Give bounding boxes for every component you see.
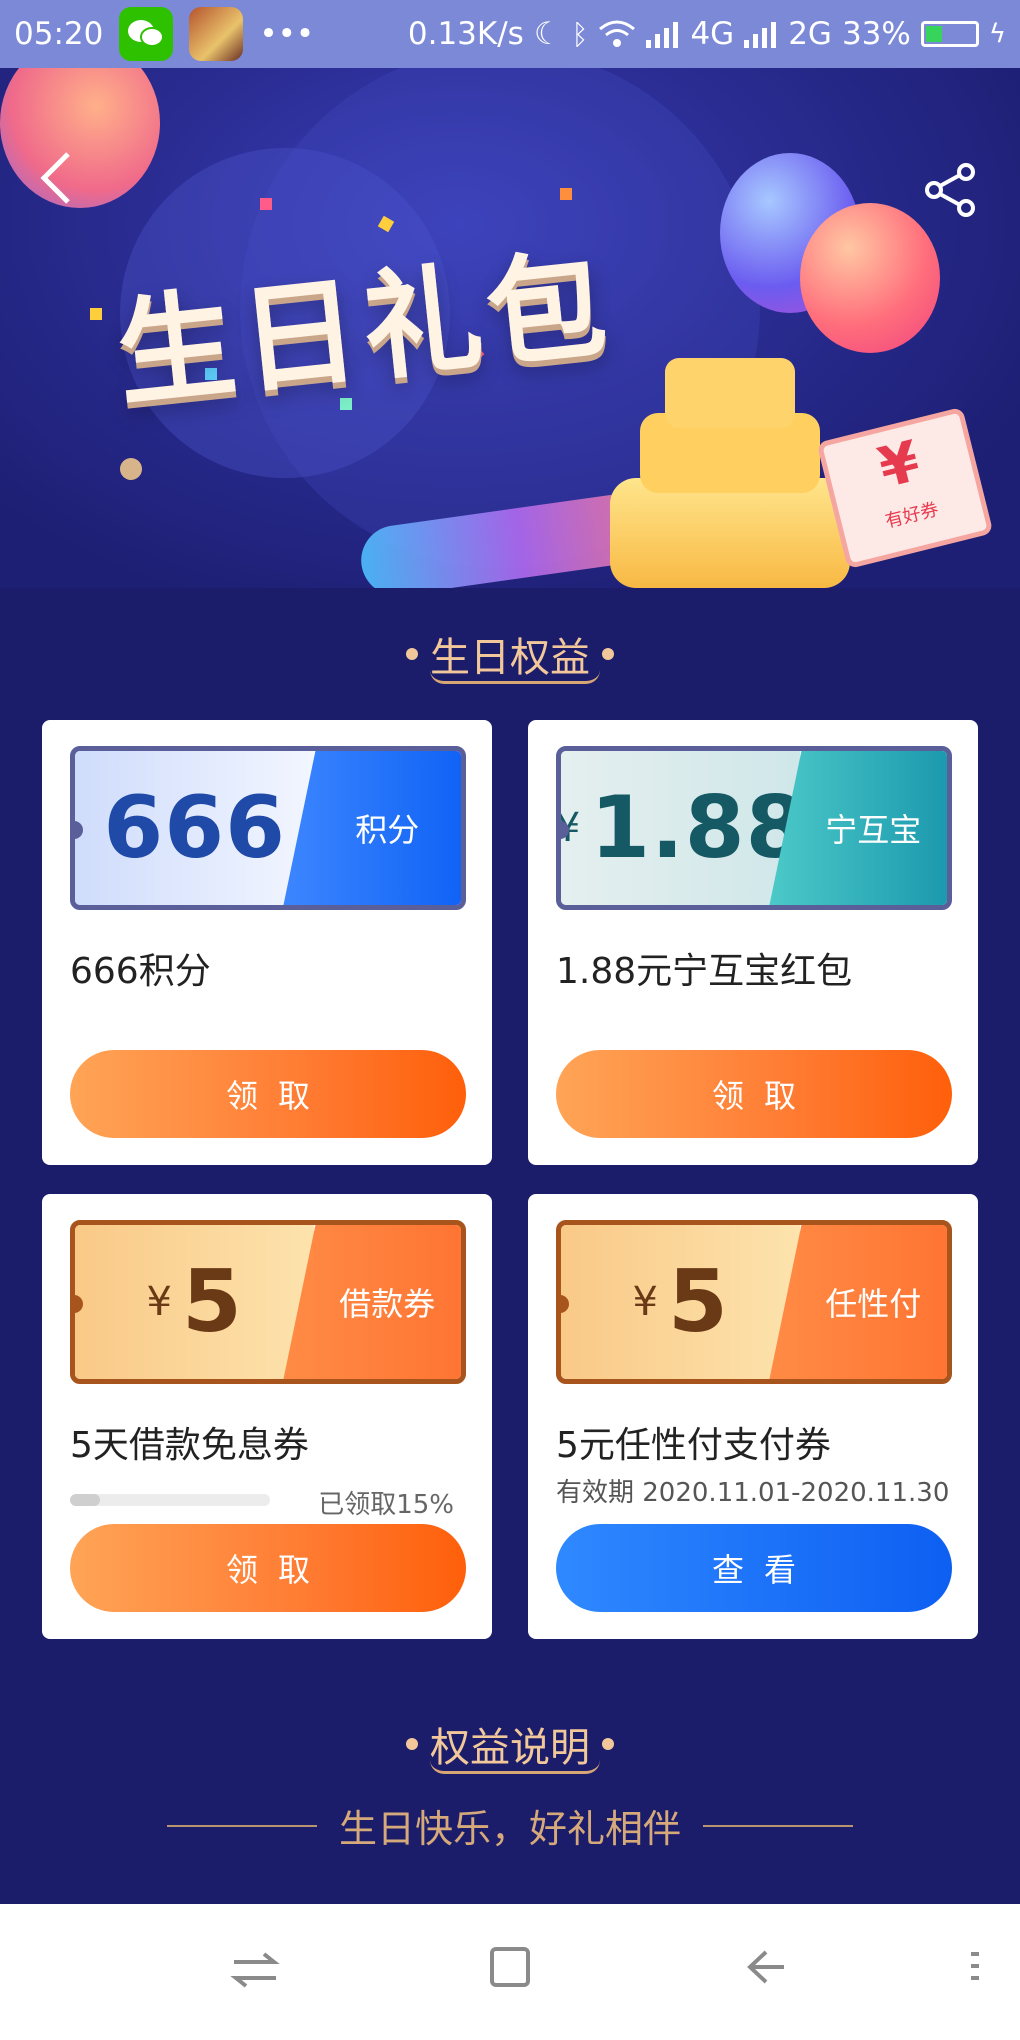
heading-underline	[430, 670, 600, 684]
coupon-graphic: ¥ 5 借款券	[70, 1220, 466, 1384]
battery-icon	[920, 21, 979, 47]
coupon-value-area: ¥ 5	[75, 1225, 315, 1379]
claim-button[interactable]: 领取	[556, 1050, 952, 1138]
back-nav-button[interactable]	[735, 1944, 795, 2004]
heading-dot	[406, 648, 418, 660]
share-icon	[925, 163, 975, 217]
explain-subtitle: 生日快乐，好礼相伴	[338, 1807, 681, 1851]
coupon-value-area: ¥ 1.88	[561, 751, 805, 905]
card-title: 5天借款免息券	[70, 1425, 309, 1466]
confetti	[560, 188, 572, 200]
coupon-value-area: 666	[75, 751, 315, 905]
coupon-graphic: ¥ 1.88 宁互宝	[556, 746, 952, 910]
wifi-icon	[599, 20, 636, 47]
hero-banner: ¥ 有好券 生日礼包	[0, 68, 1020, 588]
card-title: 1.88元宁互宝红包	[556, 951, 853, 992]
claim-button[interactable]: 领取	[70, 1524, 466, 1612]
coupon-graphic: 666 积分	[70, 746, 466, 910]
status-bar: 05:20 ••• 0.13K/s ☾ ᛒ 4G 2G 33% ϟ	[0, 0, 1020, 68]
confetti	[120, 458, 142, 480]
currency-symbol: ¥	[632, 1279, 658, 1325]
menu-button[interactable]	[945, 1944, 1005, 2004]
moon-icon: ☾	[533, 16, 562, 52]
game-app-icon	[189, 7, 244, 61]
bluetooth-icon: ᛒ	[571, 17, 589, 51]
signal-icon-2	[744, 22, 777, 48]
network-speed: 0.13K/s	[407, 16, 524, 52]
benefit-card-payment-coupon: ¥ 5 任性付 5元任性付支付券 有效期 2020.11.01-2020.11.…	[528, 1194, 978, 1639]
recent-apps-button[interactable]	[225, 1944, 285, 2004]
explain-subtitle-row: 生日快乐，好礼相伴	[0, 1798, 1020, 1853]
heading-dot	[602, 648, 614, 660]
card-title: 666积分	[70, 951, 211, 992]
back-button[interactable]	[36, 148, 88, 218]
claim-button[interactable]: 领取	[70, 1050, 466, 1138]
benefit-card-red-packet: ¥ 1.88 宁互宝 1.88元宁互宝红包 领取	[528, 720, 978, 1165]
coupon-value: 5	[667, 1252, 729, 1352]
coupon-graphic: ¥ 5 任性付	[556, 1220, 952, 1384]
charging-icon: ϟ	[988, 19, 1006, 49]
coupon-value: 666	[103, 778, 286, 878]
cake-tier	[665, 358, 795, 428]
claimed-progress-text: 已领取15%	[318, 1490, 454, 1520]
status-time: 05:20	[14, 16, 104, 52]
view-button[interactable]: 查看	[556, 1524, 952, 1612]
more-notifications-icon: •••	[259, 16, 315, 52]
confetti	[260, 198, 272, 210]
more-vertical-icon	[971, 1952, 979, 1980]
progress-fill	[70, 1494, 100, 1506]
cake-illustration	[610, 478, 850, 588]
share-button[interactable]	[920, 160, 980, 220]
battery-percent: 33%	[841, 16, 911, 52]
benefit-card-loan-coupon: ¥ 5 借款券 5天借款免息券 已领取15% 领取	[42, 1194, 492, 1639]
divider-line	[166, 1824, 317, 1827]
heading-dot	[602, 1738, 614, 1750]
heading-underline	[430, 1760, 600, 1774]
claimed-progress-bar	[70, 1494, 270, 1506]
network-type-1: 4G	[690, 16, 735, 52]
home-button[interactable]	[480, 1944, 540, 2004]
currency-symbol: ¥	[146, 1279, 172, 1325]
confetti	[90, 308, 102, 320]
arrow-left-icon	[747, 1950, 784, 1984]
benefit-card-points: 666 积分 666积分 领取	[42, 720, 492, 1165]
coupon-ticket-illustration: ¥ 有好券	[816, 406, 994, 570]
wechat-icon	[119, 7, 174, 61]
heading-dot	[406, 1738, 418, 1750]
coupon-value: 1.88	[590, 778, 807, 878]
network-type-2: 2G	[788, 16, 832, 52]
system-nav-bar	[0, 1904, 1020, 2040]
coupon-value: 5	[181, 1252, 243, 1352]
chevron-left-icon	[40, 152, 70, 204]
square-icon	[490, 1947, 530, 1987]
coupon-value-area: ¥ 5	[561, 1225, 801, 1379]
divider-line	[703, 1824, 853, 1827]
validity-text: 有效期 2020.11.01-2020.11.30	[556, 1478, 950, 1508]
signal-icon	[646, 22, 679, 48]
card-title: 5元任性付支付券	[556, 1425, 831, 1466]
switch-icon	[230, 1952, 280, 1988]
balloon-decoration	[800, 203, 940, 353]
